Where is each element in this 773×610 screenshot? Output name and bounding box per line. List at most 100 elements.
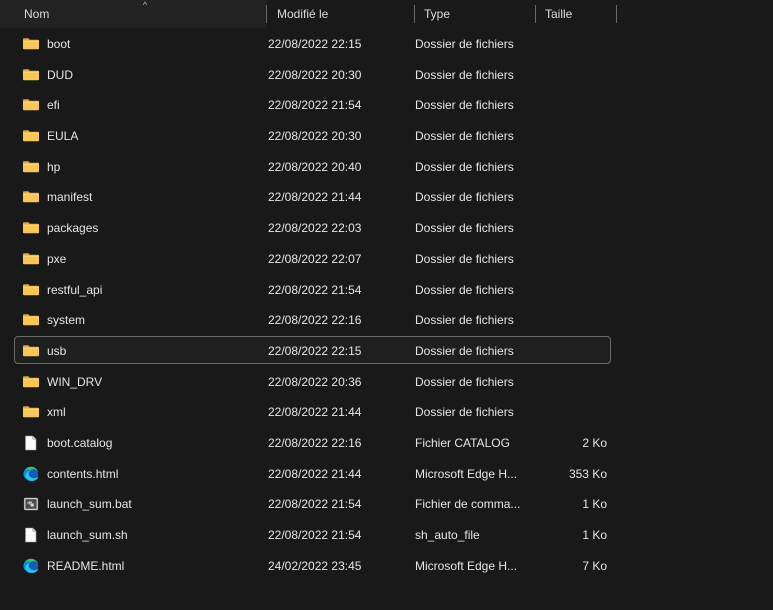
file-row[interactable]: pxe 22/08/2022 22:07 Dossier de fichiers [0,243,773,274]
file-name-cell[interactable]: manifest [47,183,267,211]
file-row[interactable]: xml 22/08/2022 21:44 Dossier de fichiers [0,396,773,427]
column-header-size[interactable]: Taille [535,0,616,28]
file-name-cell[interactable]: contents.html [47,460,267,488]
column-header-name[interactable]: Nom [0,0,266,28]
file-name-cell[interactable]: restful_api [47,276,267,304]
file-icon-cell [22,276,42,304]
file-name-cell[interactable]: boot.catalog [47,429,267,457]
file-name-cell[interactable]: xml [47,398,267,426]
file-row[interactable]: launch_sum.bat 22/08/2022 21:54 Fichier de… [0,488,773,519]
file-icon-cell [22,398,42,426]
file-row-surface[interactable]: system 22/08/2022 22:16 Dossier de fichier… [14,305,611,333]
file-size-cell [515,306,607,334]
file-date-modified-cell: 22/08/2022 21:54 [268,282,362,297]
file-name-cell[interactable]: DUD [47,61,267,89]
file-icon-cell [22,61,42,89]
file-row-surface[interactable]: usb 22/08/2022 22:15 Dossier de fichiers [14,335,611,365]
file-date-modified-cell: 22/08/2022 22:16 [268,435,362,450]
file-row[interactable]: system 22/08/2022 22:16 Dossier de fichier… [0,304,773,335]
file-name-cell[interactable]: pxe [47,245,267,273]
file-row-surface[interactable]: DUD 22/08/2022 20:30 Dossier de fichiers [14,60,611,88]
file-size-cell: 7 Ko [582,558,607,573]
file-name-cell[interactable]: usb [47,337,267,365]
file-row[interactable]: WIN_DRV 22/08/2022 20:36 Dossier de fichie… [0,366,773,397]
file-row[interactable]: efi 22/08/2022 21:54 Dossier de fichiers [0,89,773,120]
file-size-cell [515,30,607,58]
file-row-surface[interactable]: pxe 22/08/2022 22:07 Dossier de fichiers [14,244,611,272]
file-row-surface[interactable]: efi 22/08/2022 21:54 Dossier de fichiers [14,90,611,118]
file-size-cell: 353 Ko [568,466,607,481]
file-row-surface[interactable]: EULA 22/08/2022 20:30 Dossier de fichiers [14,121,611,149]
file-name-cell[interactable]: boot [47,30,267,58]
column-header-type[interactable]: Type [414,0,535,28]
file-icon-cell [22,552,42,580]
file-row-surface[interactable]: launch_sum.bat 22/08/2022 21:54 Fichier de… [14,489,611,517]
folder-icon [22,251,40,267]
folder-icon [22,404,40,420]
file-row[interactable]: boot 22/08/2022 22:15 Dossier de fichiers [0,28,773,59]
file-name-cell[interactable]: system [47,306,267,334]
file-icon-cell [22,429,42,457]
file-row-surface[interactable]: restful_api 22/08/2022 21:54 Dossier de fi… [14,275,611,303]
file-row-surface[interactable]: hp 22/08/2022 20:40 Dossier de fichiers [14,152,611,180]
folder-icon [22,67,40,83]
file-name-cell[interactable]: EULA [47,122,267,150]
file-row[interactable]: packages 22/08/2022 22:03 Dossier de fichi… [0,212,773,243]
file-row[interactable]: usb 22/08/2022 22:15 Dossier de fichiers [0,335,773,366]
file-row-surface[interactable]: README.html 24/02/2022 23:45 Microsoft Edg… [14,551,611,579]
file-list[interactable]: boot 22/08/2022 22:15 Dossier de fichiers D… [0,28,773,610]
file-name-cell[interactable]: launch_sum.sh [47,521,267,549]
file-row-surface[interactable]: contents.html 22/08/2022 21:44 Microsoft E… [14,459,611,487]
file-name-cell[interactable]: efi [47,91,267,119]
column-divider-name-date[interactable] [266,5,267,23]
folder-icon [22,343,40,359]
file-row-surface[interactable]: launch_sum.sh 22/08/2022 21:54 sh_auto_fil… [14,520,611,548]
file-date-modified-cell: 22/08/2022 21:44 [268,466,362,481]
folder-icon [22,374,40,390]
file-icon-cell [22,368,42,396]
file-row-surface[interactable]: manifest 22/08/2022 21:44 Dossier de fichi… [14,182,611,210]
file-row-surface[interactable]: packages 22/08/2022 22:03 Dossier de fichi… [14,213,611,241]
file-row[interactable]: restful_api 22/08/2022 21:54 Dossier de fi… [0,274,773,305]
file-date-modified-cell: 22/08/2022 22:03 [268,221,362,236]
file-date-modified-cell: 22/08/2022 21:44 [268,190,362,205]
file-icon-cell [22,153,42,181]
file-row[interactable]: manifest 22/08/2022 21:44 Dossier de fichi… [0,181,773,212]
edge-html-icon [22,466,40,482]
column-divider-type-size[interactable] [535,5,536,23]
file-icon-cell [22,30,42,58]
edge-html-icon [22,558,40,574]
file-icon-cell [22,521,42,549]
file-name-cell[interactable]: README.html [47,552,267,580]
folder-icon [22,97,40,113]
file-row-surface[interactable]: boot.catalog 22/08/2022 22:16 Fichier CATA… [14,428,611,456]
file-date-modified-cell: 22/08/2022 20:36 [268,374,362,389]
folder-icon [22,220,40,236]
file-name-cell[interactable]: WIN_DRV [47,368,267,396]
file-icon-cell [22,91,42,119]
generic-file-icon [22,527,40,543]
file-row-surface[interactable]: boot 22/08/2022 22:15 Dossier de fichiers [14,29,611,57]
file-icon-cell [22,245,42,273]
file-icon-cell [22,183,42,211]
file-name-cell[interactable]: launch_sum.bat [47,490,267,518]
folder-icon [22,36,40,52]
column-header-date-modified[interactable]: Modifié le [267,0,414,28]
file-row[interactable]: EULA 22/08/2022 20:30 Dossier de fichiers [0,120,773,151]
file-row[interactable]: README.html 24/02/2022 23:45 Microsoft Edg… [0,550,773,581]
column-divider-size-end[interactable] [616,5,617,23]
file-row[interactable]: boot.catalog 22/08/2022 22:16 Fichier CATA… [0,427,773,458]
file-size-cell [515,398,607,426]
file-icon-cell [22,214,42,242]
file-row-surface[interactable]: WIN_DRV 22/08/2022 20:36 Dossier de fichie… [14,367,611,395]
column-header-type-label: Type [424,7,451,21]
column-divider-date-type[interactable] [414,5,415,23]
file-row[interactable]: hp 22/08/2022 20:40 Dossier de fichiers [0,151,773,182]
file-name-cell[interactable]: packages [47,214,267,242]
file-row[interactable]: contents.html 22/08/2022 21:44 Microsoft E… [0,458,773,489]
file-name-cell[interactable]: hp [47,153,267,181]
file-explorer-list-view: Nom ^ Modifié le Type Taille boot 22/08/2… [0,0,773,610]
file-row-surface[interactable]: xml 22/08/2022 21:44 Dossier de fichiers [14,397,611,425]
file-row[interactable]: launch_sum.sh 22/08/2022 21:54 sh_auto_fil… [0,519,773,550]
file-row[interactable]: DUD 22/08/2022 20:30 Dossier de fichiers [0,59,773,90]
